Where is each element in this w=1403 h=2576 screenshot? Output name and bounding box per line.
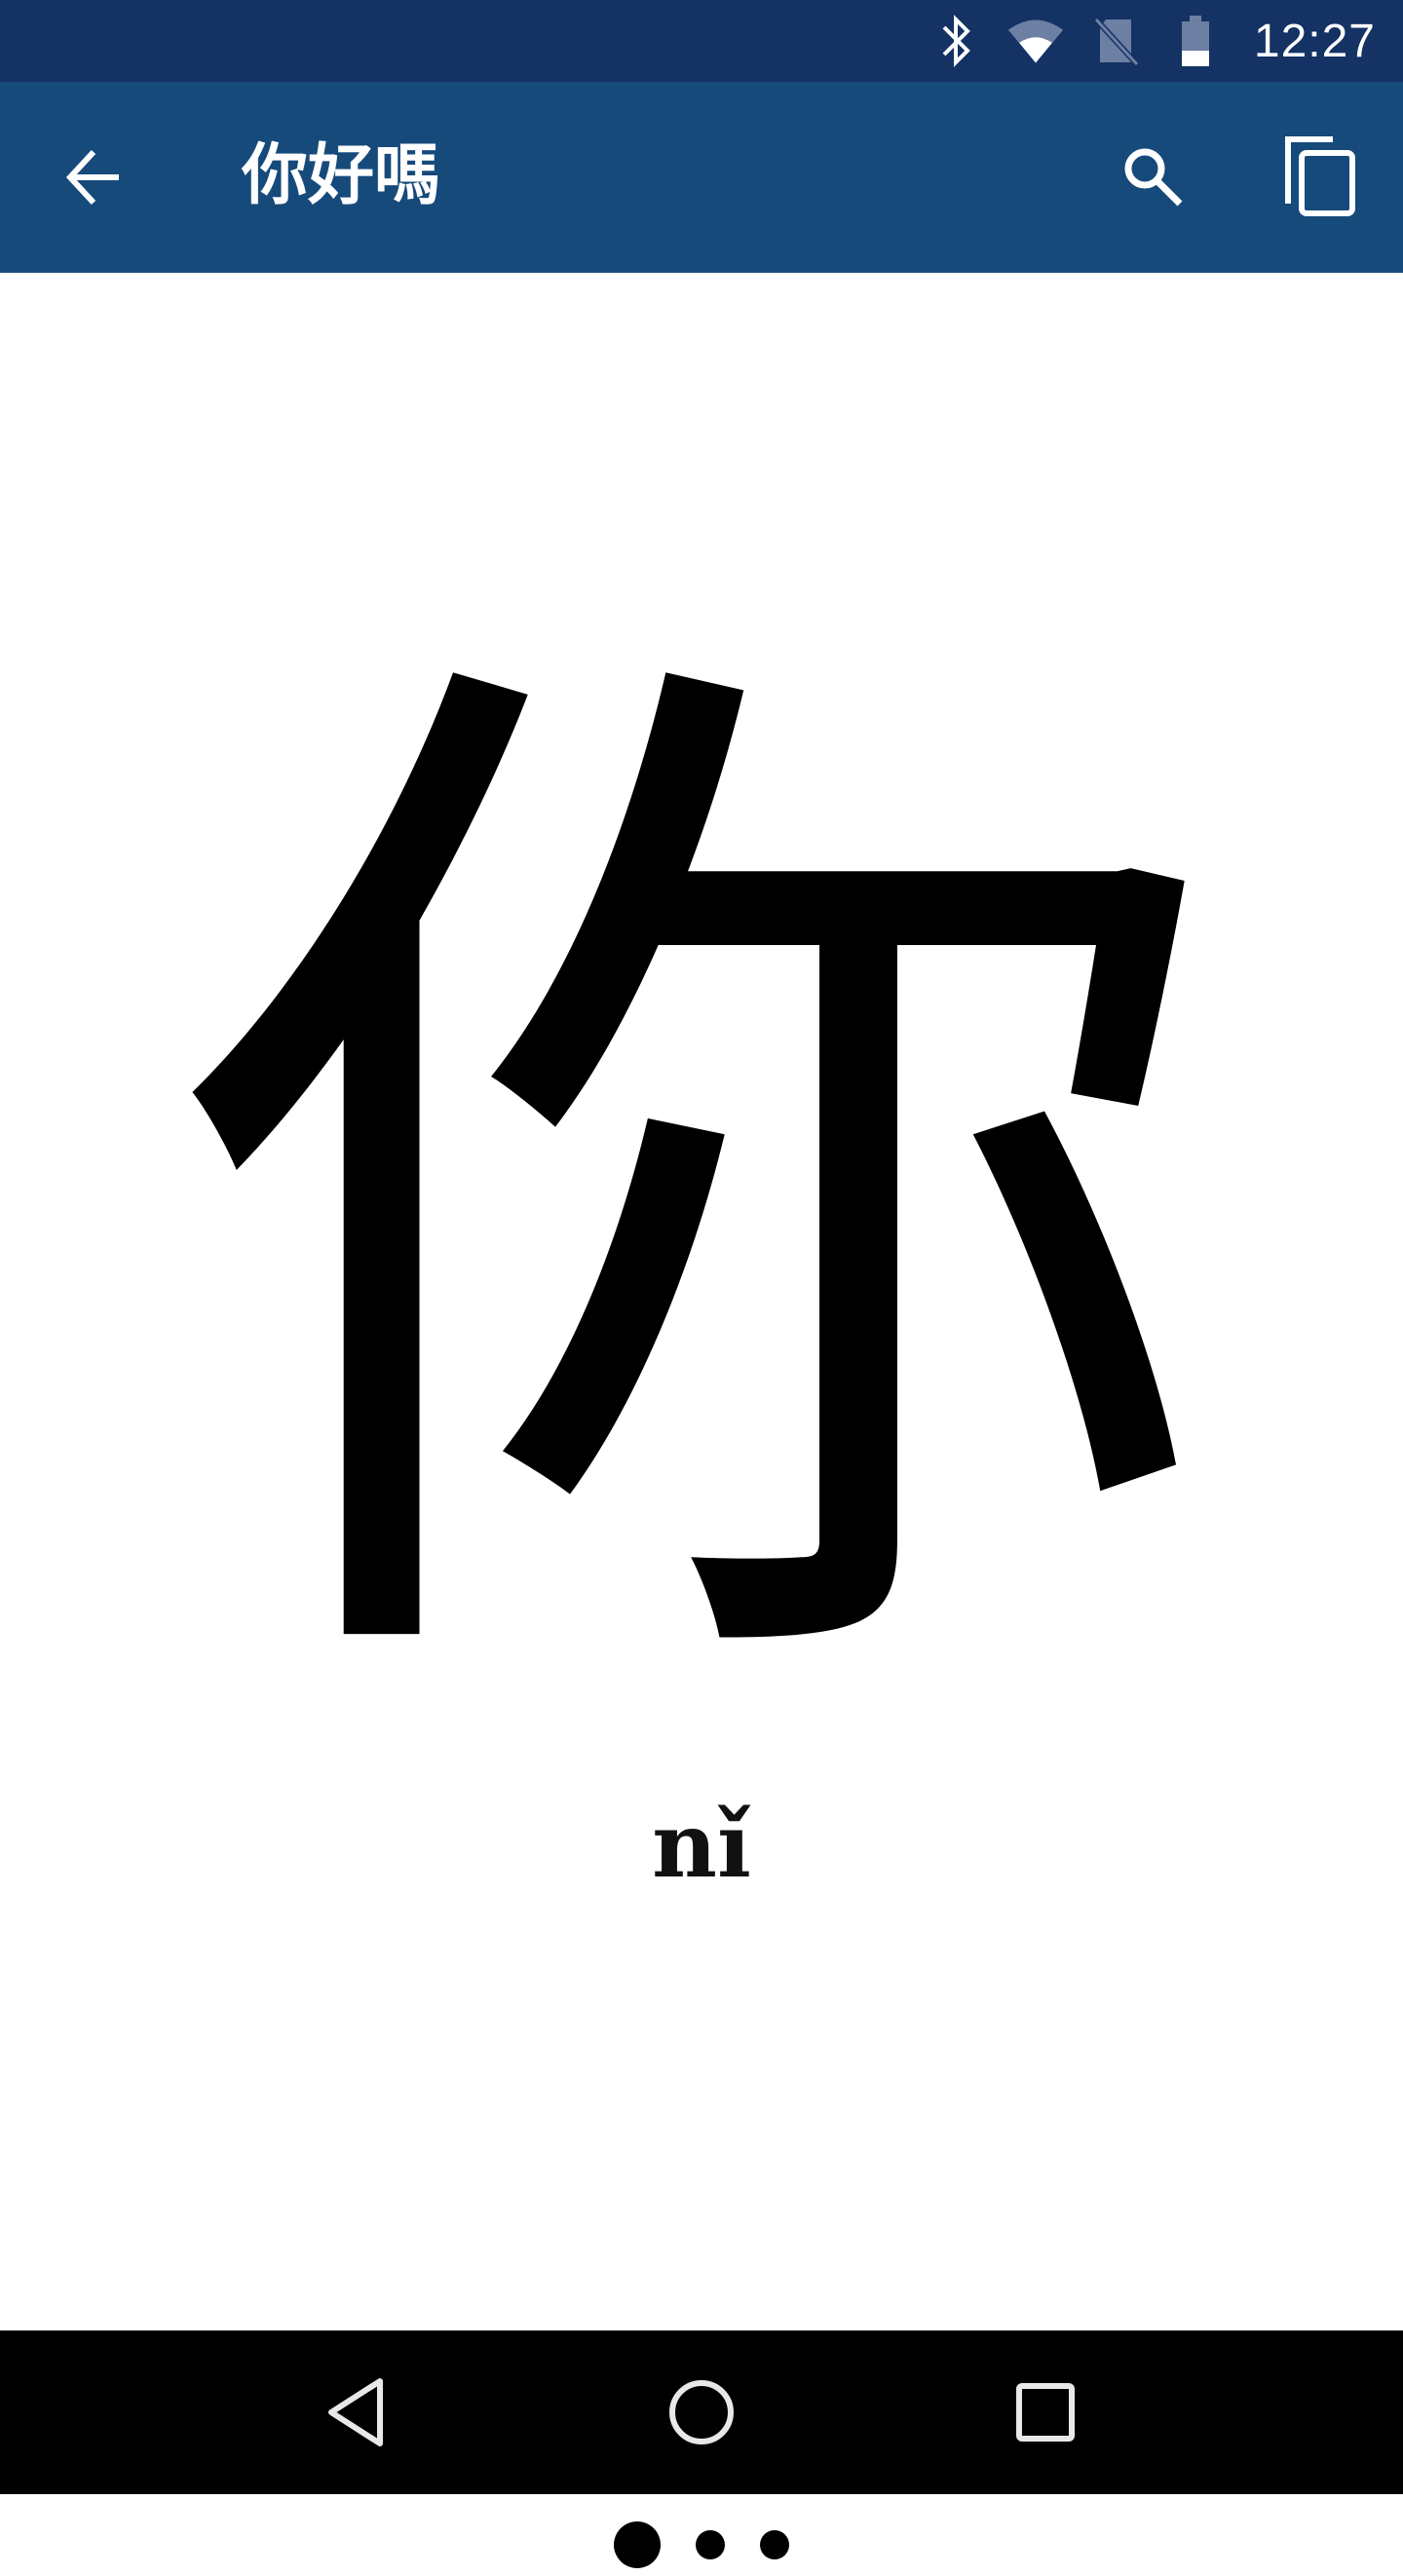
arrow-left-icon (65, 149, 119, 206)
status-bar: 12:27 (0, 0, 1403, 82)
wifi-icon (1006, 14, 1065, 68)
page-title: 你好嗎 (242, 137, 441, 214)
search-button[interactable] (1115, 138, 1193, 216)
flashcard[interactable]: 你 nǐ (0, 273, 1403, 2568)
pinyin-label: nǐ (652, 1793, 751, 1898)
hanzi-character: 你 (175, 576, 1228, 1800)
no-sim-icon (1086, 14, 1145, 68)
recents-square-icon (1016, 2383, 1076, 2442)
copy-button[interactable] (1276, 133, 1364, 220)
system-nav-bar (0, 2330, 1403, 2494)
back-button[interactable] (55, 138, 133, 216)
status-clock: 12:27 (1253, 15, 1376, 67)
bluetooth-icon (927, 14, 985, 68)
copy-icon (1285, 136, 1355, 216)
battery-icon (1166, 14, 1225, 68)
nav-recents-button[interactable] (987, 2354, 1104, 2471)
nav-home-button[interactable] (643, 2354, 760, 2471)
back-triangle-icon (327, 2378, 383, 2446)
page-dot-active[interactable] (614, 2521, 661, 2568)
search-icon (1124, 148, 1183, 207)
page-indicator (0, 2514, 1403, 2576)
nav-back-button[interactable] (299, 2354, 416, 2471)
home-circle-icon (668, 2380, 734, 2444)
app-bar: 你好嗎 (0, 82, 1403, 273)
page-dot[interactable] (760, 2530, 789, 2559)
page-dot[interactable] (696, 2530, 725, 2559)
